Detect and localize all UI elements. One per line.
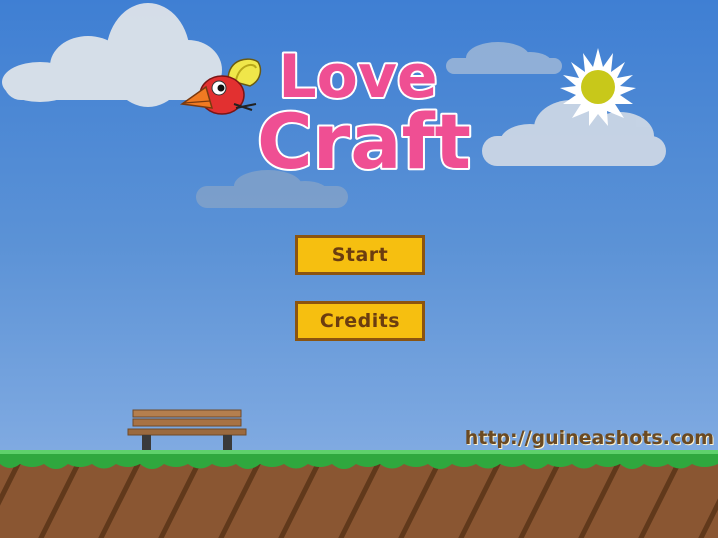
- cloud-right: [482, 100, 666, 166]
- start-button[interactable]: Start: [295, 235, 425, 275]
- game-logo: Love Craft: [255, 40, 473, 188]
- cloud-left: [2, 3, 222, 107]
- cloud-small-top: [446, 42, 562, 74]
- title-line2: Craft: [257, 97, 471, 186]
- credits-button[interactable]: Credits: [295, 301, 425, 341]
- bench: [127, 409, 247, 452]
- site-link[interactable]: http://guineashots.com: [465, 427, 714, 449]
- game-scene: Love Craft Start Credits http://guineash…: [0, 0, 718, 538]
- ground: [0, 450, 718, 538]
